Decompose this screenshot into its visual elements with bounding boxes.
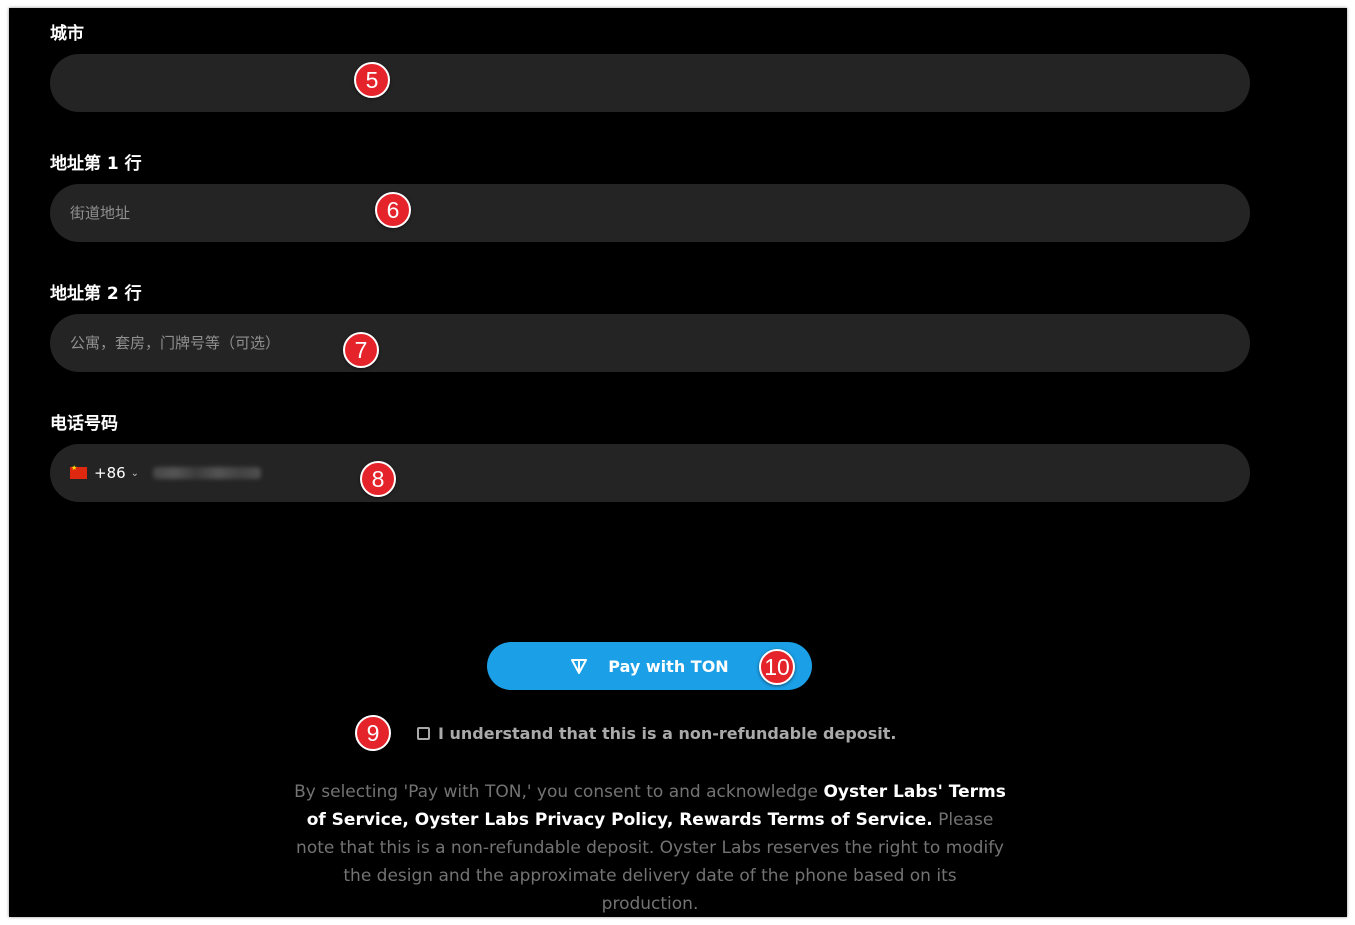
city-label: 城市 [50,24,84,44]
phone-field[interactable]: +86 ⌄ [50,444,1250,502]
address-line2-field[interactable] [50,314,1250,372]
chevron-down-icon: ⌄ [130,467,140,479]
address-line1-field[interactable] [50,184,1250,242]
annotation-badge-9: 9 [355,715,391,751]
address-line2-input[interactable] [70,314,1250,372]
consent-checkbox[interactable] [417,727,430,740]
annotation-badge-7: 7 [343,332,379,368]
china-flag-icon [70,464,87,479]
annotation-badge-5: 5 [354,62,390,98]
city-input[interactable] [70,54,1250,112]
annotation-badge-6: 6 [375,192,411,228]
privacy-policy-link[interactable]: Oyster Labs Privacy Policy [415,810,667,830]
country-code-select[interactable]: +86 ⌄ [70,464,139,482]
rewards-terms-link[interactable]: Rewards Terms of Service. [679,810,933,830]
phone-number-redacted[interactable] [153,467,262,479]
city-field[interactable] [50,54,1250,112]
legal-disclaimer: By selecting 'Pay with TON,' you consent… [294,778,1006,917]
legal-lead-text: By selecting 'Pay with TON,' you consent… [294,782,824,802]
ton-logo-icon [570,657,588,675]
pay-button-label: Pay with TON [608,656,729,676]
phone-label: 电话号码 [50,414,118,434]
legal-separator: , [402,810,415,830]
address-line1-input[interactable] [70,184,1250,242]
consent-label[interactable]: I understand that this is a non-refundab… [438,724,897,743]
address-line2-label: 地址第 2 行 [50,284,142,304]
address-line1-label: 地址第 1 行 [50,154,142,174]
checkout-form-window: 城市 5 地址第 1 行 6 地址第 2 行 7 电话号码 +86 ⌄ 8 Pa… [9,8,1347,917]
deposit-consent[interactable]: I understand that this is a non-refundab… [417,724,897,743]
country-code: +86 [94,464,126,482]
annotation-badge-10: 10 [759,649,795,685]
legal-separator: , [666,810,680,830]
annotation-badge-8: 8 [360,461,396,497]
